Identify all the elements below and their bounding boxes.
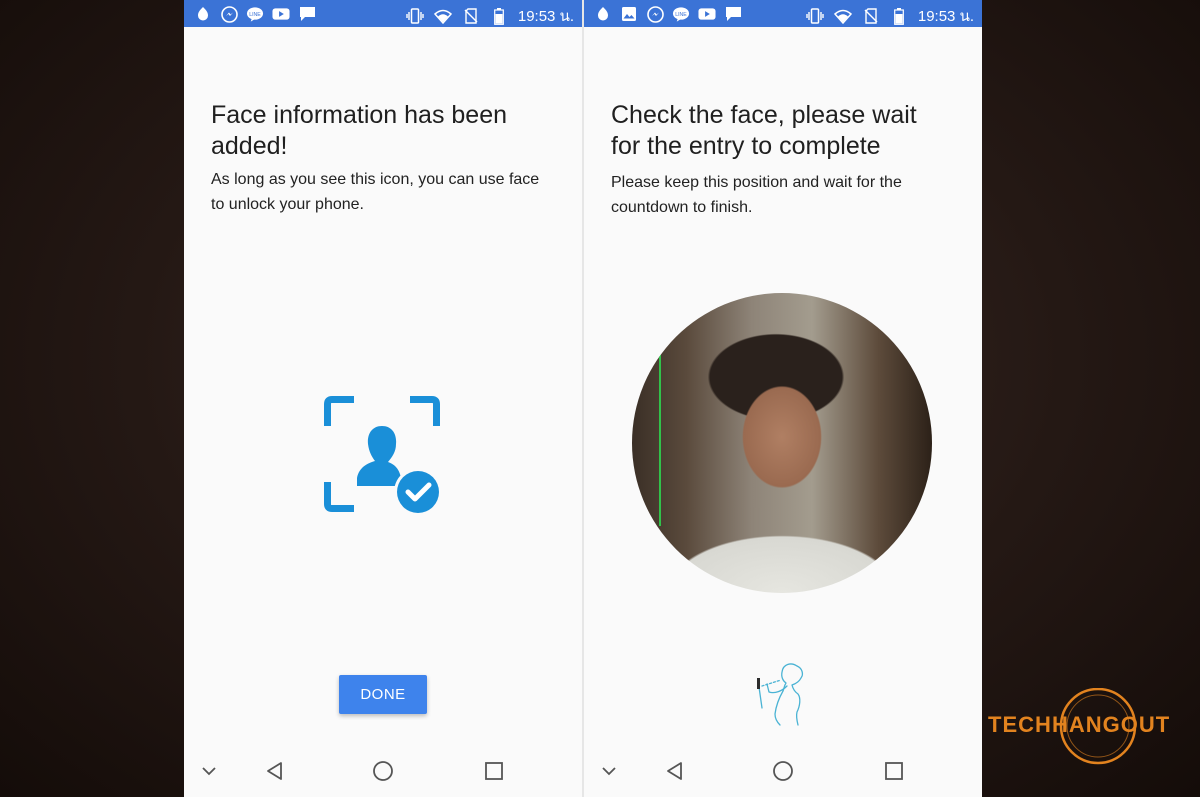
status-bar: LINE 19:53 น. bbox=[584, 0, 982, 27]
face-camera-preview bbox=[632, 293, 932, 593]
svg-text:LINE: LINE bbox=[675, 12, 687, 18]
home-icon[interactable] bbox=[770, 758, 796, 784]
notification-app-icon bbox=[194, 5, 212, 23]
wifi-icon bbox=[433, 7, 452, 25]
recents-icon[interactable] bbox=[481, 758, 507, 784]
clock: 19:53 น. bbox=[917, 8, 974, 25]
youtube-icon bbox=[272, 5, 290, 23]
page-title: Check the face, please wait for the entr… bbox=[611, 101, 917, 160]
face-recognized-icon bbox=[324, 396, 444, 521]
back-icon[interactable] bbox=[662, 758, 688, 784]
svg-text:LINE: LINE bbox=[249, 12, 261, 18]
notification-icons: LINE bbox=[194, 5, 316, 23]
battery-icon bbox=[890, 7, 908, 25]
message-icon bbox=[298, 5, 316, 23]
notification-app-icon bbox=[594, 5, 612, 23]
hold-phone-hint-icon bbox=[749, 658, 819, 733]
collapse-icon[interactable] bbox=[596, 758, 622, 784]
no-sim-icon bbox=[462, 7, 480, 25]
navigation-bar bbox=[184, 744, 582, 797]
clock: 19:53 น. bbox=[517, 8, 574, 25]
collapse-icon[interactable] bbox=[196, 758, 222, 784]
recents-icon[interactable] bbox=[881, 758, 907, 784]
home-icon[interactable] bbox=[370, 758, 396, 784]
navigation-bar bbox=[584, 744, 982, 797]
system-status-icons: 19:53 น. bbox=[406, 4, 574, 28]
message-icon bbox=[724, 5, 742, 23]
status-bar: LINE 19:53 น. bbox=[184, 0, 582, 27]
page-description: As long as you see this icon, you can us… bbox=[211, 171, 540, 213]
line-icon: LINE bbox=[672, 5, 690, 23]
phone-screen-face-added: LINE 19:53 น. Face information has been … bbox=[184, 0, 582, 797]
messenger-icon bbox=[220, 5, 238, 23]
messenger-icon bbox=[646, 5, 664, 23]
wifi-icon bbox=[833, 7, 852, 25]
no-sim-icon bbox=[862, 7, 880, 25]
gallery-icon bbox=[620, 5, 638, 23]
page-description: Please keep this position and wait for t… bbox=[611, 174, 902, 216]
battery-icon bbox=[490, 7, 508, 25]
phone-screen-face-scan: LINE 19:53 น. Check the face, please wai… bbox=[584, 0, 982, 797]
done-button[interactable]: DONE bbox=[339, 675, 427, 714]
techhangout-logo: TECH HANGOUT bbox=[988, 687, 1183, 783]
back-icon[interactable] bbox=[262, 758, 288, 784]
logo-text-tech: TECH bbox=[988, 712, 1052, 737]
youtube-icon bbox=[698, 5, 716, 23]
notification-icons: LINE bbox=[594, 5, 742, 23]
vibrate-icon bbox=[406, 7, 424, 25]
page-title: Face information has been added! bbox=[211, 101, 508, 160]
logo-text-hangout: HANGOUT bbox=[1052, 712, 1170, 737]
vibrate-icon bbox=[806, 7, 824, 25]
system-status-icons: 19:53 น. bbox=[806, 4, 974, 28]
scan-line bbox=[659, 351, 661, 526]
line-icon: LINE bbox=[246, 5, 264, 23]
